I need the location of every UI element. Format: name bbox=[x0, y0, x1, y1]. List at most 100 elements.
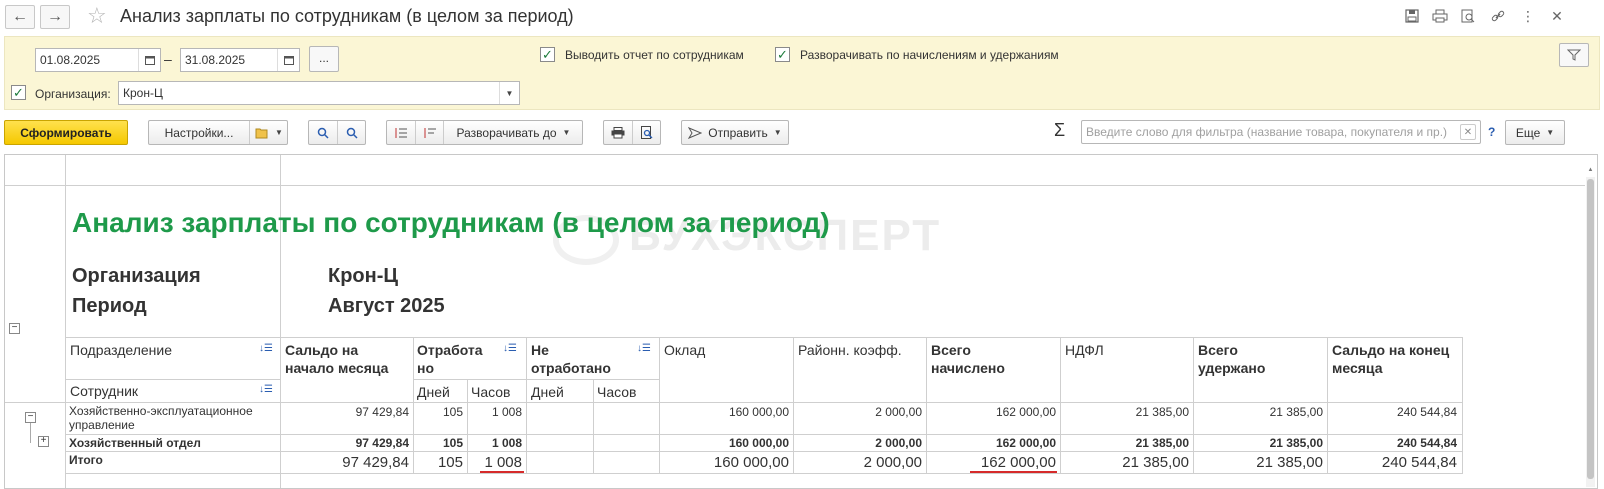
settings-button[interactable]: Настройки... bbox=[149, 121, 249, 144]
print-preview-button[interactable] bbox=[632, 121, 661, 144]
print-button[interactable] bbox=[604, 121, 632, 144]
total-regional-coef: 2 000,00 bbox=[863, 454, 922, 471]
group-collapse-toggle[interactable]: − bbox=[9, 323, 20, 334]
sum-icon[interactable]: Σ bbox=[1054, 120, 1065, 141]
sort-icon[interactable]: ↓☰ bbox=[637, 343, 651, 354]
organization-input[interactable]: Крон-Ц ▼ bbox=[118, 81, 520, 105]
header-regional-coef[interactable]: Районн. коэфф. bbox=[798, 341, 902, 359]
report-title: Анализ зарплаты по сотрудникам (в целом … bbox=[72, 207, 830, 238]
header-total-withheld[interactable]: Всего удержано bbox=[1198, 341, 1308, 377]
total-total-withheld: 21 385,00 bbox=[1256, 454, 1323, 471]
sort-icon[interactable]: ↓☰ bbox=[259, 343, 273, 354]
close-icon[interactable]: ✕ bbox=[1547, 6, 1567, 26]
clear-icon[interactable]: ✕ bbox=[1460, 124, 1476, 140]
header-worked[interactable]: Отработа но bbox=[417, 341, 497, 377]
print-preview-icon bbox=[641, 126, 653, 139]
row-collapse-toggle[interactable]: − bbox=[25, 412, 36, 423]
show-by-employees-label: Выводить отчет по сотрудникам bbox=[565, 48, 744, 62]
header-days-not-worked[interactable]: Дней bbox=[531, 383, 564, 401]
total-label: Итого bbox=[69, 453, 103, 467]
header-department[interactable]: Подразделение bbox=[70, 341, 172, 359]
row-regional-coef: 2 000,00 bbox=[875, 405, 922, 419]
total-total-accrued: 162 000,00 bbox=[980, 454, 1056, 471]
header-hours-not-worked[interactable]: Часов bbox=[597, 383, 637, 401]
printer-icon bbox=[611, 126, 625, 138]
link-icon[interactable] bbox=[1488, 6, 1508, 26]
help-icon[interactable]: ? bbox=[1488, 125, 1495, 139]
row-days: 105 bbox=[442, 405, 463, 419]
forward-arrow-icon: → bbox=[47, 8, 63, 25]
filter-search-input[interactable]: Введите слово для фильтра (название това… bbox=[1081, 120, 1481, 144]
forward-button[interactable]: → bbox=[40, 5, 70, 29]
grid-line bbox=[526, 337, 527, 473]
calendar-icon[interactable] bbox=[277, 49, 299, 71]
more-menu-icon[interactable]: ⋮ bbox=[1518, 6, 1538, 26]
grid-line bbox=[926, 337, 927, 473]
expand-to-button[interactable]: Разворачивать до ▼ bbox=[443, 121, 583, 144]
back-button[interactable]: ← bbox=[5, 5, 35, 29]
scroll-up-icon[interactable]: ▲ bbox=[1586, 167, 1595, 175]
find-next-button[interactable] bbox=[337, 121, 366, 144]
row-balance-end: 240 544,84 bbox=[1396, 405, 1457, 419]
vertical-scrollbar[interactable] bbox=[1586, 177, 1595, 487]
more-button[interactable]: Еще ▼ bbox=[1505, 120, 1565, 145]
header-hours[interactable]: Часов bbox=[471, 383, 511, 401]
variant-menu-button[interactable]: ▼ bbox=[249, 121, 288, 144]
filter-settings-button[interactable] bbox=[1559, 43, 1589, 67]
print-icon[interactable] bbox=[1430, 6, 1450, 26]
row-balance-end: 240 544,84 bbox=[1396, 436, 1457, 450]
row-department-name[interactable]: Хозяйственно-эксплуатационное управление bbox=[69, 404, 269, 432]
send-label: Отправить bbox=[708, 125, 768, 140]
header-ndfl[interactable]: НДФЛ bbox=[1065, 341, 1104, 359]
date-range-dash: – bbox=[164, 51, 172, 67]
organization-meta-value: Крон-Ц bbox=[328, 265, 398, 287]
grid-line bbox=[793, 337, 794, 473]
period-select-button[interactable]: ... bbox=[309, 46, 339, 72]
preview-icon[interactable] bbox=[1458, 6, 1478, 26]
find-button[interactable] bbox=[309, 121, 337, 144]
sort-icon[interactable]: ↓☰ bbox=[503, 343, 517, 354]
expand-all-button[interactable] bbox=[387, 121, 415, 144]
row-ndfl: 21 385,00 bbox=[1135, 436, 1189, 450]
favorite-star-icon[interactable]: ☆ bbox=[87, 3, 107, 29]
generate-button[interactable]: Сформировать bbox=[4, 120, 128, 145]
header-employee[interactable]: Сотрудник bbox=[70, 382, 138, 400]
grid-line bbox=[1327, 337, 1328, 473]
show-by-employees-checkbox[interactable]: ✓ bbox=[540, 47, 555, 62]
header-days[interactable]: Дней bbox=[417, 383, 450, 401]
print-group bbox=[603, 120, 661, 145]
total-balance-start: 97 429,84 bbox=[342, 454, 409, 471]
row-expand-toggle[interactable]: + bbox=[38, 436, 49, 447]
send-button[interactable]: Отправить ▼ bbox=[681, 120, 789, 145]
expand-accruals-checkbox[interactable]: ✓ bbox=[775, 47, 790, 62]
organization-checkbox[interactable]: ✓ bbox=[11, 85, 26, 100]
period-meta-value: Август 2025 bbox=[328, 295, 445, 317]
search-group bbox=[308, 120, 366, 145]
grid-line bbox=[593, 379, 594, 473]
dropdown-arrow-icon[interactable]: ▼ bbox=[499, 82, 519, 104]
scroll-thumb[interactable] bbox=[1587, 179, 1594, 479]
grid-line bbox=[5, 185, 1585, 186]
date-to-input[interactable]: 31.08.2025 bbox=[180, 48, 300, 72]
grid-line bbox=[65, 473, 1463, 474]
date-from-input[interactable]: 01.08.2025 bbox=[35, 48, 161, 72]
sort-icon[interactable]: ↓☰ bbox=[259, 384, 273, 395]
header-total-accrued[interactable]: Всего начислено bbox=[931, 341, 1041, 377]
grid-line bbox=[413, 337, 414, 473]
search-icon bbox=[317, 127, 329, 139]
collapse-all-button[interactable] bbox=[415, 121, 443, 144]
settings-group: Настройки... ▼ bbox=[148, 120, 288, 145]
calendar-icon[interactable] bbox=[138, 49, 160, 71]
header-not-worked[interactable]: Не отработано bbox=[531, 341, 626, 377]
row-total-accrued: 162 000,00 bbox=[995, 405, 1056, 419]
row-department-name[interactable]: Хозяйственный отдел bbox=[69, 436, 201, 450]
funnel-icon bbox=[1567, 49, 1581, 61]
parameters-panel: 01.08.2025 – 31.08.2025 ... ✓ Выводить о… bbox=[4, 36, 1600, 110]
header-salary[interactable]: Оклад bbox=[664, 341, 705, 359]
expand-all-icon bbox=[395, 127, 407, 138]
header-balance-start[interactable]: Сальдо на начало месяца bbox=[285, 341, 410, 377]
grid-line bbox=[1193, 337, 1194, 473]
header-balance-end[interactable]: Сальдо на конец месяца bbox=[1332, 341, 1457, 377]
title-bar: ← → ☆ Анализ зарплаты по сотрудникам (в … bbox=[0, 0, 1604, 34]
save-icon[interactable] bbox=[1402, 6, 1422, 26]
